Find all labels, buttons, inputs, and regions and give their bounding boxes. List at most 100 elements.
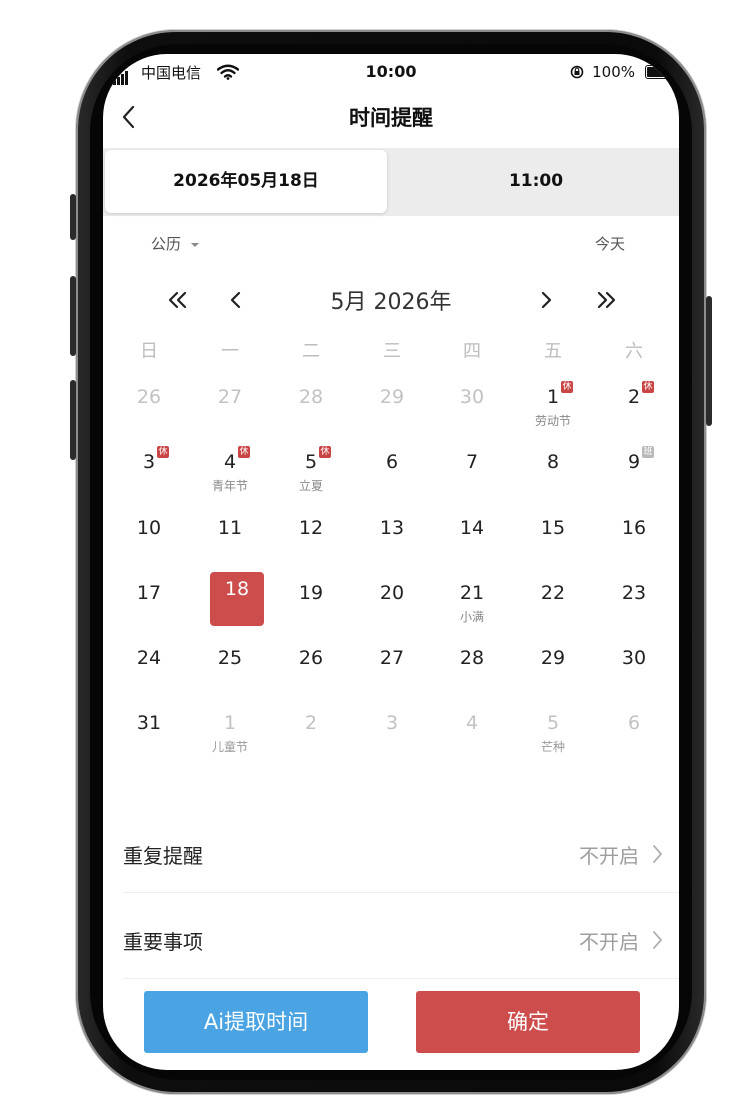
day-number: 12: [298, 517, 324, 539]
important-item-row[interactable]: 重要事项 不开启: [103, 910, 679, 970]
holiday-badge: 休: [642, 381, 654, 393]
weekday-label: 四: [463, 341, 481, 362]
day-cell[interactable]: 8: [513, 441, 593, 506]
holiday-badge: 休: [157, 446, 169, 458]
day-number: 8: [546, 451, 560, 473]
date-tab[interactable]: 2026年05月18日: [105, 150, 387, 213]
day-cell[interactable]: 19: [271, 572, 351, 637]
day-number: 25: [217, 647, 243, 669]
prev-year-icon[interactable]: [167, 290, 189, 310]
day-festival-label: 青年节: [211, 479, 248, 493]
day-cell-selected[interactable]: 18: [190, 572, 270, 637]
day-cell[interactable]: 28: [432, 637, 512, 702]
day-cell[interactable]: 20: [352, 572, 432, 637]
day-number: 21: [459, 582, 485, 604]
day-number: 31: [136, 712, 162, 734]
day-cell[interactable]: 14: [432, 507, 512, 572]
day-cell[interactable]: 25: [190, 637, 270, 702]
day-number: 26: [136, 386, 162, 408]
confirm-button[interactable]: 确定: [416, 991, 640, 1053]
day-number: 19: [298, 582, 324, 604]
day-cell[interactable]: 3: [352, 702, 432, 767]
day-cell[interactable]: 2休: [594, 376, 674, 441]
day-cell[interactable]: 22: [513, 572, 593, 637]
day-number: 5: [546, 712, 560, 734]
today-button[interactable]: 今天: [595, 233, 625, 254]
important-item-value: 不开启: [579, 930, 639, 954]
divider: [123, 978, 679, 979]
holiday-badge: 休: [561, 381, 573, 393]
day-cell[interactable]: 29: [352, 376, 432, 441]
day-cell[interactable]: 23: [594, 572, 674, 637]
day-number: 1: [223, 712, 237, 734]
day-cell[interactable]: 12: [271, 507, 351, 572]
day-cell[interactable]: 6: [352, 441, 432, 506]
day-cell[interactable]: 26: [109, 376, 189, 441]
day-festival-label: 立夏: [298, 479, 323, 493]
repeat-reminder-value: 不开启: [579, 844, 639, 868]
day-cell[interactable]: 26: [271, 637, 351, 702]
day-cell[interactable]: 30: [432, 376, 512, 441]
day-cell[interactable]: 17: [109, 572, 189, 637]
rotation-lock-icon: [570, 65, 584, 79]
day-cell[interactable]: 27: [190, 376, 270, 441]
day-cell[interactable]: 16: [594, 507, 674, 572]
volume-up-button: [70, 276, 76, 356]
day-cell[interactable]: 4: [432, 702, 512, 767]
day-cell[interactable]: 11: [190, 507, 270, 572]
day-number: 3: [385, 712, 399, 734]
day-festival-label: 小满: [459, 610, 484, 624]
divider: [123, 892, 679, 893]
battery-icon: [645, 65, 679, 79]
day-cell[interactable]: 21 小满: [432, 572, 512, 637]
day-number: 30: [621, 647, 647, 669]
page-title: 时间提醒: [349, 106, 433, 130]
day-cell[interactable]: 27: [352, 637, 432, 702]
day-number: 27: [217, 386, 243, 408]
day-cell[interactable]: 7: [432, 441, 512, 506]
day-cell[interactable]: 31: [109, 702, 189, 767]
day-number: 18: [224, 578, 250, 600]
day-cell[interactable]: 3休: [109, 441, 189, 506]
chevron-right-icon: [653, 931, 662, 949]
day-festival-label: 劳动节: [534, 414, 571, 428]
day-number: 14: [459, 517, 485, 539]
day-number: 4: [465, 712, 479, 734]
day-cell[interactable]: 1 劳动节 休: [513, 376, 593, 441]
day-number: 24: [136, 647, 162, 669]
day-cell[interactable]: 24: [109, 637, 189, 702]
day-number: 11: [217, 517, 243, 539]
day-cell[interactable]: 29: [513, 637, 593, 702]
day-number: 29: [540, 647, 566, 669]
day-cell[interactable]: 6: [594, 702, 674, 767]
month-title: 5月 2026年: [330, 290, 452, 315]
day-cell[interactable]: 5 芒种: [513, 702, 593, 767]
day-cell[interactable]: 2: [271, 702, 351, 767]
mute-switch: [70, 194, 76, 240]
time-tab[interactable]: 11:00: [393, 150, 679, 213]
day-cell[interactable]: 9班: [594, 441, 674, 506]
holiday-badge: 休: [319, 446, 331, 458]
day-cell[interactable]: 13: [352, 507, 432, 572]
calendar-type-dropdown[interactable]: 公历: [151, 233, 200, 254]
battery-percent: 100%: [592, 63, 635, 81]
day-cell[interactable]: 1 儿童节: [190, 702, 270, 767]
day-number: 7: [465, 451, 479, 473]
day-cell[interactable]: 15: [513, 507, 593, 572]
next-year-icon[interactable]: [595, 290, 617, 310]
prev-month-icon[interactable]: [229, 290, 243, 310]
day-number: 29: [379, 386, 405, 408]
holiday-badge: 休: [238, 446, 250, 458]
ai-extract-time-button[interactable]: Ai提取时间: [144, 991, 368, 1053]
day-number: 28: [298, 386, 324, 408]
day-cell[interactable]: 10: [109, 507, 189, 572]
day-cell[interactable]: 5 立夏 休: [271, 441, 351, 506]
day-cell[interactable]: 4 青年节 休: [190, 441, 270, 506]
day-number: 17: [136, 582, 162, 604]
next-month-icon[interactable]: [539, 290, 553, 310]
chevron-right-icon: [653, 845, 662, 863]
day-cell[interactable]: 28: [271, 376, 351, 441]
day-cell[interactable]: 30: [594, 637, 674, 702]
day-number: 5: [304, 451, 318, 473]
repeat-reminder-row[interactable]: 重复提醒 不开启: [103, 824, 679, 884]
